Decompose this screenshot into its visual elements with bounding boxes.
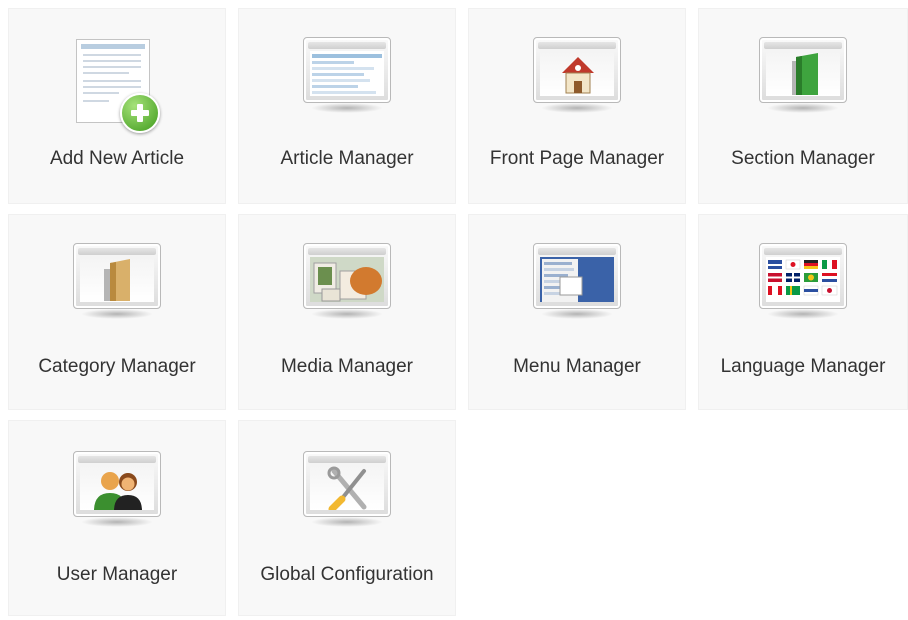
tools-icon	[303, 451, 391, 535]
article-manager-icon	[303, 37, 391, 121]
tile-label: Category Manager	[38, 356, 196, 377]
tile-article-manager[interactable]: Article Manager	[238, 8, 456, 204]
control-panel-grid: Add New Article Article Manager Front Pa…	[0, 0, 908, 620]
tile-menu-manager[interactable]: Menu Manager	[468, 214, 686, 410]
menu-icon	[533, 243, 621, 327]
tile-label: Media Manager	[280, 356, 414, 377]
tile-label: Section Manager	[731, 148, 875, 169]
tile-label: Language Manager	[720, 356, 886, 377]
category-folder-icon	[73, 243, 161, 327]
add-article-icon	[76, 39, 160, 133]
section-folder-icon	[759, 37, 847, 121]
tile-language-manager[interactable]: Language Manager	[698, 214, 908, 410]
tile-front-page-manager[interactable]: Front Page Manager	[468, 8, 686, 204]
tile-label: Article Manager	[280, 148, 414, 169]
tile-label: Menu Manager	[513, 356, 641, 377]
tile-user-manager[interactable]: User Manager	[8, 420, 226, 616]
tile-global-configuration[interactable]: Global Configuration	[238, 420, 456, 616]
tile-label: Global Configuration	[260, 564, 434, 585]
home-icon	[533, 37, 621, 121]
flags-icon	[759, 243, 847, 327]
tile-label: Front Page Manager	[489, 148, 665, 169]
tile-label: User Manager	[56, 564, 178, 585]
tile-section-manager[interactable]: Section Manager	[698, 8, 908, 204]
tile-label: Add New Article	[49, 148, 185, 169]
tile-add-new-article[interactable]: Add New Article	[8, 8, 226, 204]
tile-category-manager[interactable]: Category Manager	[8, 214, 226, 410]
tile-media-manager[interactable]: Media Manager	[238, 214, 456, 410]
media-icon	[303, 243, 391, 327]
users-icon	[73, 451, 161, 535]
